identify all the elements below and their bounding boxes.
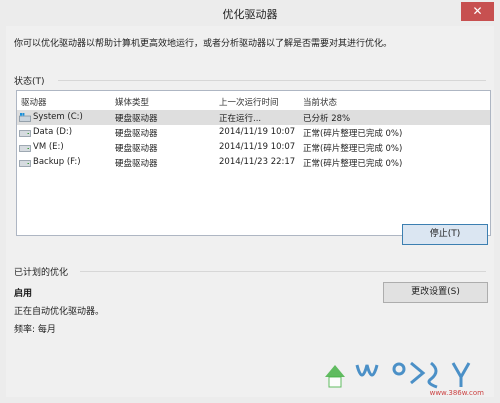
schedule-section-label: 已计划的优化	[14, 268, 69, 278]
column-header-media-type[interactable]: 媒体类型	[115, 96, 149, 108]
last-run: 2014/11/19 10:07	[219, 142, 296, 152]
window-frame-bottom	[0, 397, 500, 403]
windows-drive-icon	[19, 113, 31, 122]
current-status: 正常(碎片整理已完成 0%)	[303, 129, 403, 139]
dialog-content: 你可以优化驱动器以帮助计算机更高效地运行，或者分析驱动器以了解是否需要对其进行优…	[6, 26, 494, 397]
drive-row[interactable]: Backup (F:) 硬盘驱动器 2014/11/23 22:17 正常(碎片…	[17, 155, 490, 170]
schedule-detail: 正在自动优化驱动器。	[14, 307, 105, 317]
schedule-divider	[80, 271, 486, 272]
close-icon: ✕	[472, 4, 483, 18]
current-status: 正常(碎片整理已完成 0%)	[303, 144, 403, 154]
drive-name: Backup (F:)	[33, 157, 81, 167]
media-type: 硬盘驱动器	[115, 159, 158, 169]
hard-drive-icon	[19, 145, 31, 152]
column-header-current-status[interactable]: 当前状态	[303, 96, 337, 108]
drive-list[interactable]: 驱动器 媒体类型 上一次运行时间 当前状态 System (C:) 硬盘驱动器 …	[16, 90, 491, 236]
media-type: 硬盘驱动器	[115, 129, 158, 139]
schedule-state: 启用	[14, 289, 33, 299]
drive-row[interactable]: VM (E:) 硬盘驱动器 2014/11/19 10:07 正常(碎片整理已完…	[17, 140, 490, 155]
drive-row[interactable]: System (C:) 硬盘驱动器 正在运行... 已分析 28%	[17, 110, 490, 125]
description-text: 你可以优化驱动器以帮助计算机更高效地运行，或者分析驱动器以了解是否需要对其进行优…	[14, 39, 393, 49]
media-type: 硬盘驱动器	[115, 144, 158, 154]
current-status: 已分析 28%	[303, 114, 351, 124]
last-run: 正在运行...	[219, 114, 262, 124]
column-header-drive[interactable]: 驱动器	[21, 96, 47, 108]
optimize-drives-window: 优化驱动器 ✕ 你可以优化驱动器以帮助计算机更高效地运行，或者分析驱动器以了解是…	[0, 0, 500, 403]
drive-row[interactable]: Data (D:) 硬盘驱动器 2014/11/19 10:07 正常(碎片整理…	[17, 125, 490, 140]
drive-name: Data (D:)	[33, 127, 73, 137]
change-settings-button[interactable]: 更改设置(S)	[383, 282, 488, 303]
schedule-frequency: 频率: 每月	[14, 325, 56, 335]
drive-name: System (C:)	[33, 112, 83, 122]
column-header-last-run[interactable]: 上一次运行时间	[219, 96, 279, 108]
last-run: 2014/11/23 22:17	[219, 157, 296, 167]
hard-drive-icon	[19, 160, 31, 167]
media-type: 硬盘驱动器	[115, 114, 158, 124]
current-status: 正常(碎片整理已完成 0%)	[303, 159, 403, 169]
hard-drive-icon	[19, 130, 31, 137]
window-frame-right	[494, 26, 500, 403]
title-bar[interactable]: 优化驱动器 ✕	[0, 0, 500, 26]
status-section-label: 状态(T)	[14, 77, 45, 87]
status-divider	[58, 80, 486, 81]
drive-list-header: 驱动器 媒体类型 上一次运行时间 当前状态	[17, 91, 490, 109]
stop-button[interactable]: 停止(T)	[402, 224, 488, 245]
watermark-url: www.386w.com	[429, 389, 484, 397]
window-title: 优化驱动器	[222, 8, 278, 21]
close-button[interactable]: ✕	[461, 2, 494, 21]
last-run: 2014/11/19 10:07	[219, 127, 296, 137]
drive-name: VM (E:)	[33, 142, 64, 152]
